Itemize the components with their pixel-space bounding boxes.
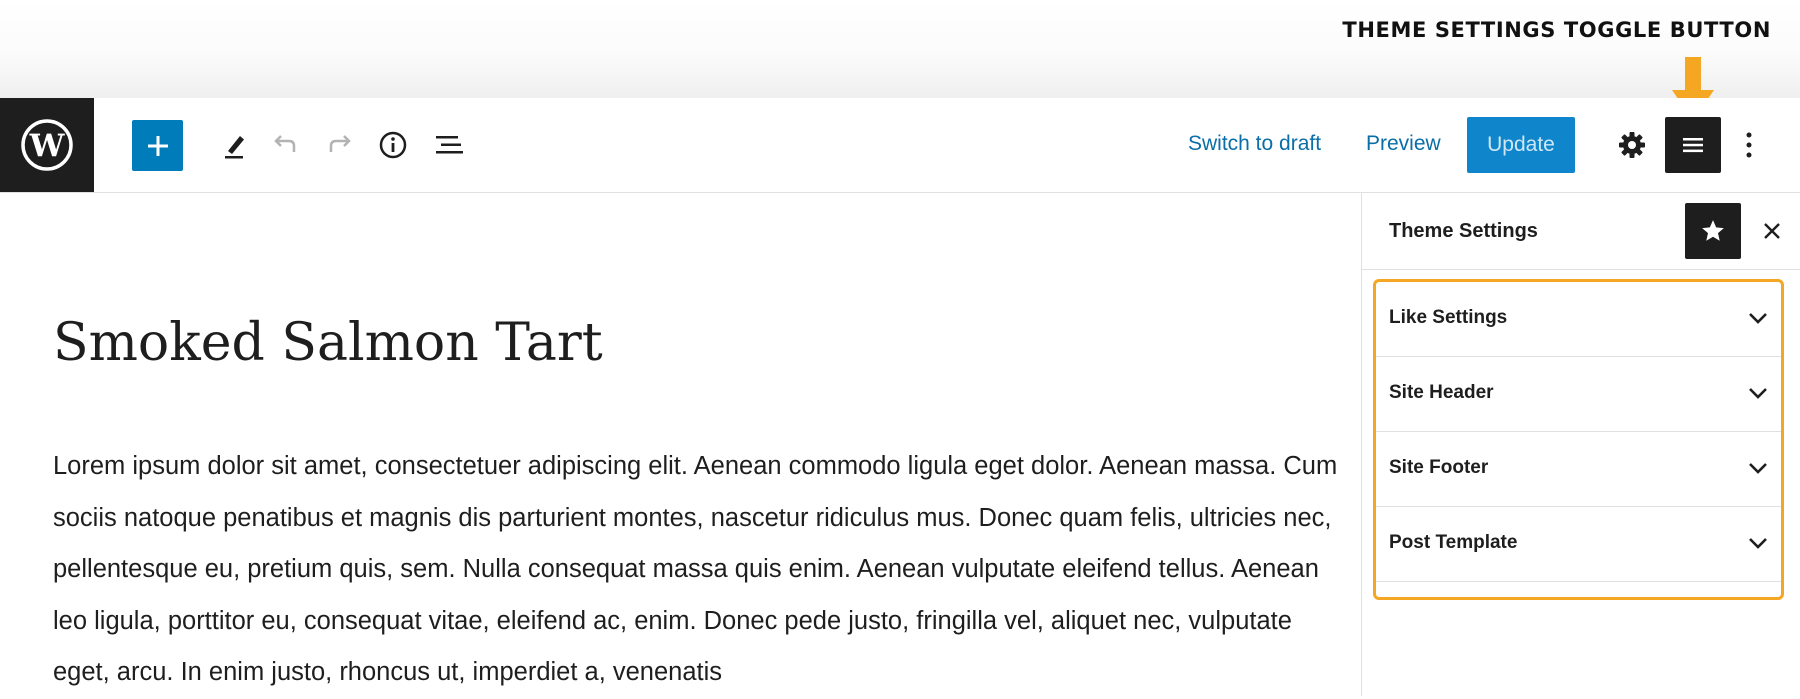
gear-icon bbox=[1619, 132, 1645, 158]
details-button[interactable] bbox=[373, 125, 413, 165]
redo-button[interactable] bbox=[320, 125, 360, 165]
plus-icon bbox=[147, 135, 168, 156]
theme-settings-toggle-button[interactable] bbox=[1665, 117, 1721, 173]
tools-button[interactable] bbox=[215, 125, 255, 165]
list-view-icon bbox=[436, 136, 463, 154]
sidebar-header: Theme Settings bbox=[1362, 193, 1800, 270]
panel-site-footer[interactable]: Site Footer bbox=[1376, 432, 1781, 507]
pencil-icon bbox=[225, 136, 244, 159]
star-icon bbox=[1702, 220, 1724, 241]
panel-label: Site Footer bbox=[1389, 457, 1489, 478]
close-icon bbox=[1764, 223, 1780, 239]
theme-settings-sidebar: Theme Settings Like Settings Site Header… bbox=[1361, 193, 1800, 696]
panel-label: Site Header bbox=[1389, 382, 1494, 403]
svg-text:W: W bbox=[29, 128, 66, 164]
options-button[interactable] bbox=[1735, 125, 1763, 165]
editor-toolbar: W Switch to draft Preview Update bbox=[0, 98, 1800, 193]
chevron-down-icon bbox=[1749, 463, 1767, 474]
panel-like-settings[interactable]: Like Settings bbox=[1376, 282, 1781, 357]
editor-canvas: Smoked Salmon Tart Lorem ipsum dolor sit… bbox=[0, 193, 1361, 696]
list-view-button[interactable] bbox=[428, 125, 472, 165]
update-button[interactable]: Update bbox=[1467, 117, 1575, 173]
panel-post-template[interactable]: Post Template bbox=[1376, 507, 1781, 582]
panel-label: Like Settings bbox=[1389, 307, 1508, 328]
undo-button[interactable] bbox=[265, 125, 305, 165]
info-icon bbox=[379, 131, 407, 159]
top-shade bbox=[0, 0, 1800, 98]
wordpress-logo-icon[interactable]: W bbox=[0, 98, 94, 192]
sidebar-menu-icon bbox=[1683, 138, 1703, 153]
more-vertical-icon bbox=[1746, 132, 1752, 158]
annotation-label: THEME SETTINGS TOGGLE BUTTON bbox=[1342, 18, 1771, 42]
post-paragraph[interactable]: Lorem ipsum dolor sit amet, consectetuer… bbox=[53, 441, 1343, 699]
switch-to-draft-button[interactable]: Switch to draft bbox=[1188, 132, 1321, 156]
undo-icon bbox=[274, 135, 296, 152]
panel-site-header[interactable]: Site Header bbox=[1376, 357, 1781, 432]
panel-label: Post Template bbox=[1389, 532, 1518, 553]
theme-settings-panels: Like Settings Site Header Site Footer Po… bbox=[1373, 279, 1784, 600]
chevron-down-icon bbox=[1749, 313, 1767, 324]
preview-button[interactable]: Preview bbox=[1366, 132, 1441, 156]
pin-star-button[interactable] bbox=[1685, 203, 1741, 259]
redo-icon bbox=[329, 135, 351, 152]
close-sidebar-button[interactable] bbox=[1758, 217, 1786, 245]
chevron-down-icon bbox=[1749, 538, 1767, 549]
settings-button[interactable] bbox=[1612, 125, 1652, 165]
chevron-down-icon bbox=[1749, 388, 1767, 399]
sidebar-title: Theme Settings bbox=[1389, 220, 1538, 242]
post-title[interactable]: Smoked Salmon Tart bbox=[53, 313, 603, 373]
add-block-button[interactable] bbox=[132, 120, 183, 171]
